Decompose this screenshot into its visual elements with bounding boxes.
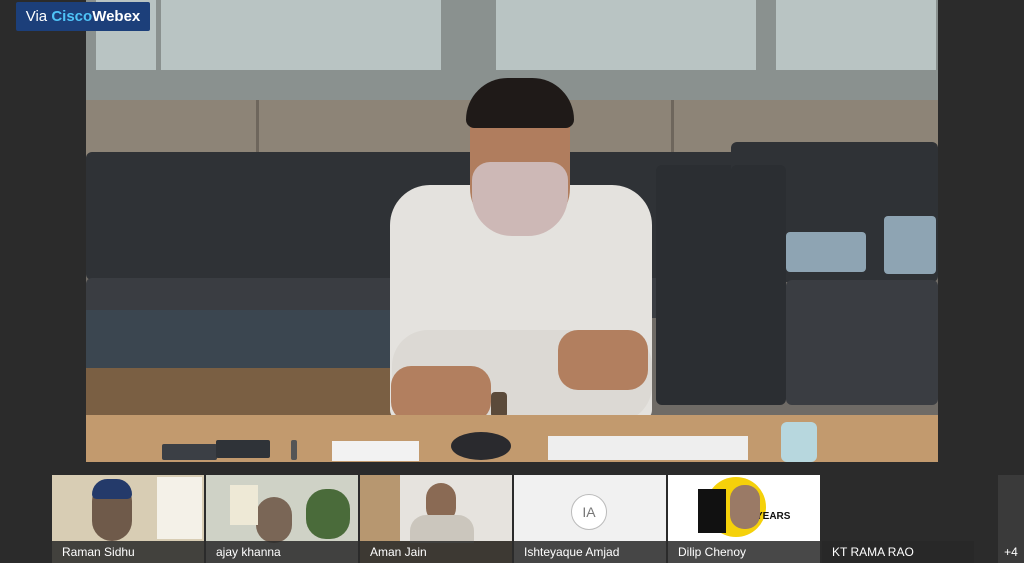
left-hand <box>391 366 491 422</box>
right-hand <box>558 330 648 390</box>
logo-mark <box>698 489 726 533</box>
participant-face <box>730 485 760 529</box>
badge-via: Via <box>25 8 48 25</box>
window-pane <box>776 0 936 70</box>
paper <box>548 436 748 460</box>
participant-video <box>256 497 292 543</box>
window-pane <box>496 0 756 70</box>
banner <box>157 477 202 539</box>
conference-speaker <box>451 432 511 460</box>
marble-ledge <box>86 310 391 368</box>
participant-name: Raman Sidhu <box>52 541 204 563</box>
turban <box>92 479 132 499</box>
banner <box>230 485 258 525</box>
water-bottles <box>786 232 866 272</box>
participant-tile[interactable]: KT RAMA RAO <box>822 475 974 563</box>
plant <box>306 489 350 539</box>
participant-tile[interactable]: Raman Sidhu <box>52 475 204 563</box>
webex-badge: Via Cisco Webex <box>16 2 150 31</box>
participant-name: KT RAMA RAO <box>822 541 974 563</box>
paper <box>332 441 419 461</box>
participant-name: ajay khanna <box>206 541 358 563</box>
participant-avatar: IA <box>571 494 607 530</box>
participant-tile[interactable]: IA Ishteyaque Amjad <box>514 475 666 563</box>
participant-name: Dilip Chenoy <box>668 541 820 563</box>
window-pane <box>161 0 441 70</box>
badge-cisco: Cisco <box>51 8 93 25</box>
water-bottle <box>781 422 817 462</box>
face-mask <box>472 162 568 236</box>
phone <box>162 444 217 460</box>
wall-seam <box>256 100 259 160</box>
logo-text: YEARS <box>756 511 791 522</box>
participant-tile[interactable]: YEARS Dilip Chenoy <box>668 475 820 563</box>
sofa-arm <box>731 165 786 405</box>
water-bottles <box>884 216 936 274</box>
badge-webex: Webex <box>92 8 141 25</box>
wall-seam <box>671 100 674 160</box>
more-participants-button[interactable]: +4 <box>998 475 1024 563</box>
main-video-feed <box>86 0 938 462</box>
participant-tile[interactable]: ajay khanna <box>206 475 358 563</box>
participant-name: Aman Jain <box>360 541 512 563</box>
phone <box>216 440 270 458</box>
participant-shirt <box>410 515 474 543</box>
pen <box>291 440 297 460</box>
participant-tile[interactable]: Aman Jain <box>360 475 512 563</box>
overflow-count: +4 <box>1004 545 1018 559</box>
wood-panel <box>86 368 391 418</box>
sofa-seat-right <box>786 280 938 405</box>
participant-name: Ishteyaque Amjad <box>514 541 666 563</box>
